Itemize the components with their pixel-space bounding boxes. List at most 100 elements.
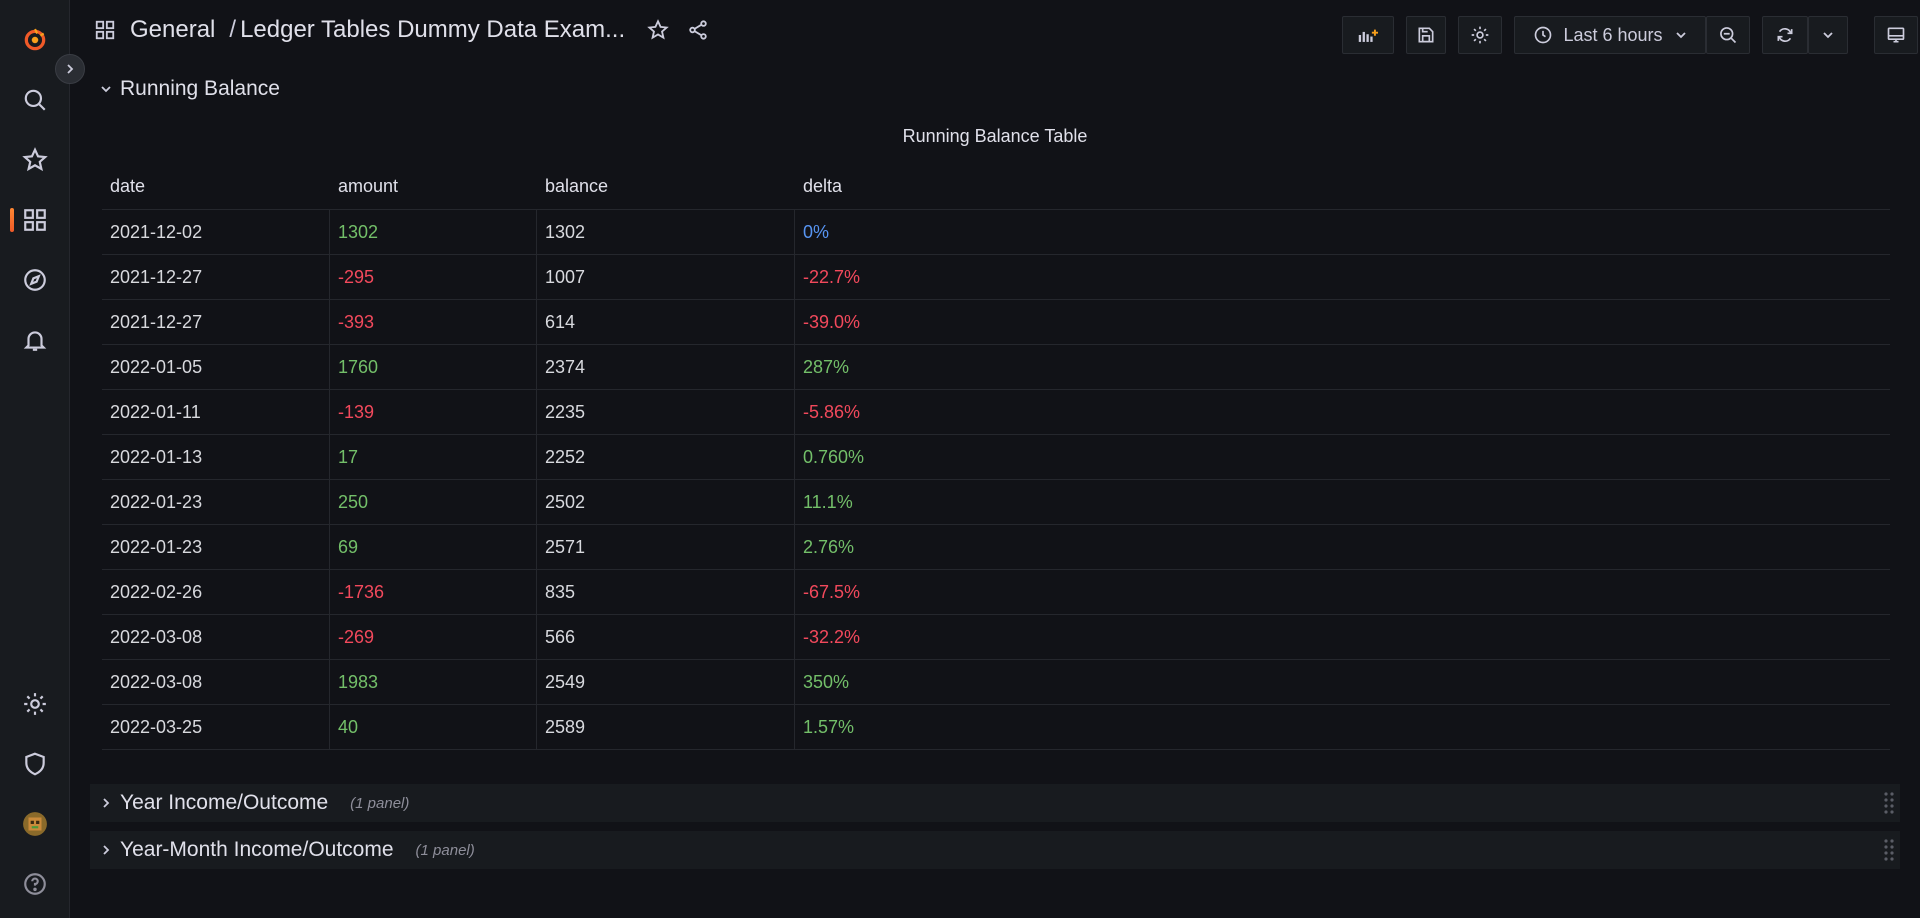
table-row: 2022-01-23 69 2571 2.76% [102, 525, 1890, 570]
cell-balance: 2549 [537, 660, 795, 704]
time-range-label: Last 6 hours [1563, 24, 1663, 45]
column-header-amount[interactable]: amount [330, 164, 537, 209]
cell-date: 2022-03-08 [102, 615, 330, 659]
panel-title[interactable]: Running Balance Table [90, 126, 1900, 147]
server-admin-shield-icon[interactable] [0, 740, 70, 788]
table-row: 2022-03-08 1983 2549 350% [102, 660, 1890, 705]
starred-icon[interactable] [0, 136, 70, 184]
drag-handle-icon[interactable] [1882, 790, 1896, 816]
cell-date: 2022-01-13 [102, 435, 330, 479]
cell-balance: 1302 [537, 210, 795, 254]
breadcrumb-folder-link[interactable]: General [130, 16, 215, 44]
cell-amount: 1302 [330, 210, 537, 254]
time-range-picker[interactable]: Last 6 hours [1514, 16, 1706, 54]
row-year-income-outcome[interactable]: Year Income/Outcome (1 panel) [90, 784, 1900, 822]
cell-balance: 2235 [537, 390, 795, 434]
chevron-right-icon [103, 845, 110, 855]
cell-balance: 2571 [537, 525, 795, 569]
cell-delta: 11.1% [803, 491, 853, 512]
breadcrumb-separator: / [229, 16, 237, 43]
cell-amount: 1983 [330, 660, 537, 704]
chevron-down-icon [1675, 32, 1686, 39]
drag-handle-icon[interactable] [1882, 837, 1896, 863]
cell-delta: 350% [803, 671, 850, 692]
add-panel-icon [1358, 29, 1378, 42]
cell-delta: -5.86% [803, 401, 861, 422]
user-avatar[interactable] [0, 800, 70, 848]
data-table: date amount balance delta [102, 164, 1890, 210]
cycle-view-mode-button[interactable] [1874, 16, 1918, 54]
save-dashboard-button[interactable] [1406, 16, 1446, 54]
table-row: 2022-01-23 250 2502 11.1% [102, 480, 1890, 525]
refresh-interval-dropdown[interactable] [1808, 16, 1848, 54]
cell-delta: 287% [803, 356, 850, 377]
cell-amount: 17 [330, 435, 537, 479]
row-title: Year-Month Income/Outcome [120, 838, 394, 861]
cell-delta: -22.7% [803, 266, 861, 287]
column-header-date[interactable]: date [102, 164, 330, 209]
cell-amount: -269 [330, 615, 537, 659]
dashboard-title[interactable]: Ledger Tables Dummy Data Exam... [240, 16, 625, 44]
refresh-button[interactable] [1762, 16, 1808, 54]
alerting-bell-icon[interactable] [0, 316, 70, 364]
cell-amount: -139 [330, 390, 537, 434]
row-header[interactable]: Year Income/Outcome (1 panel) [100, 787, 409, 819]
configuration-gear-icon[interactable] [0, 680, 70, 728]
row-header[interactable]: Year-Month Income/Outcome (1 panel) [100, 834, 475, 866]
chevron-right-icon [103, 798, 110, 808]
cell-balance: 1007 [537, 255, 795, 299]
table-row: 2022-03-08 -269 566 -32.2% [102, 615, 1890, 660]
row-year-month-income-outcome[interactable]: Year-Month Income/Outcome (1 panel) [90, 831, 1900, 869]
table-row: 2022-01-05 1760 2374 287% [102, 345, 1890, 390]
table-body[interactable]: 2021-12-02 1302 1302 0% 2021-12-27 -295 1007 -2… [102, 210, 1890, 754]
cell-amount: 250 [330, 480, 537, 524]
dashboards-icon[interactable] [0, 196, 70, 244]
cell-delta: -67.5% [803, 581, 861, 602]
cell-amount: 1760 [330, 345, 537, 389]
zoom-out-button[interactable] [1706, 16, 1750, 54]
cell-delta: 0.760% [803, 446, 865, 467]
refresh-icon [1777, 27, 1793, 43]
table-header: date amount balance delta [102, 164, 1890, 210]
search-icon[interactable] [0, 76, 70, 124]
zoom-out-icon [1720, 27, 1737, 44]
cell-date: 2022-01-23 [102, 525, 330, 569]
share-icon[interactable] [685, 17, 711, 43]
column-header-delta[interactable]: delta [795, 164, 1890, 209]
column-header-balance[interactable]: balance [537, 164, 795, 209]
chevron-down-icon [1823, 32, 1833, 39]
dashboard-navbar: General / Ledger Tables Dummy Data Exam.… [70, 0, 1920, 70]
expand-menu-button[interactable] [55, 54, 85, 84]
cell-delta: 1.57% [803, 716, 855, 737]
cell-date: 2021-12-27 [102, 255, 330, 299]
explore-icon[interactable] [0, 256, 70, 304]
help-icon[interactable] [0, 860, 70, 908]
save-icon [1418, 27, 1434, 43]
cell-amount: 40 [330, 705, 537, 749]
dashboard-settings-button[interactable] [1458, 16, 1502, 54]
clock-icon [1535, 26, 1552, 44]
cell-balance: 835 [537, 570, 795, 614]
chevron-right-icon [67, 64, 74, 74]
settings-gear-icon [1471, 26, 1489, 44]
row-panel-count: (1 panel) [350, 794, 410, 812]
table-row: 2022-03-25 40 2589 1.57% [102, 705, 1890, 750]
star-dashboard-icon[interactable] [645, 17, 671, 43]
table-row: 2022-01-13 17 2252 0.760% [102, 435, 1890, 480]
table-row: 2021-12-27 -393 614 -39.0% [102, 300, 1890, 345]
row-title: Year Income/Outcome [120, 791, 329, 814]
table-row: 2022-02-26 -1736 835 -67.5% [102, 570, 1890, 615]
breadcrumb: General / Ledger Tables Dummy Data Exam.… [92, 16, 711, 44]
cell-delta: 2.76% [803, 536, 855, 557]
row-running-balance[interactable]: Running Balance [100, 73, 280, 105]
cell-balance: 614 [537, 300, 795, 344]
cell-date: 2021-12-27 [102, 300, 330, 344]
dashboard-grid-icon [92, 17, 118, 43]
table-row: 2022-01-11 -139 2235 -5.86% [102, 390, 1890, 435]
cell-date: 2022-03-25 [102, 705, 330, 749]
running-balance-table-panel: Running Balance Table date amount balanc… [90, 112, 1900, 764]
cell-date: 2022-01-05 [102, 345, 330, 389]
add-panel-button[interactable] [1342, 16, 1394, 54]
row-title: Running Balance [120, 77, 280, 100]
cell-balance: 566 [537, 615, 795, 659]
